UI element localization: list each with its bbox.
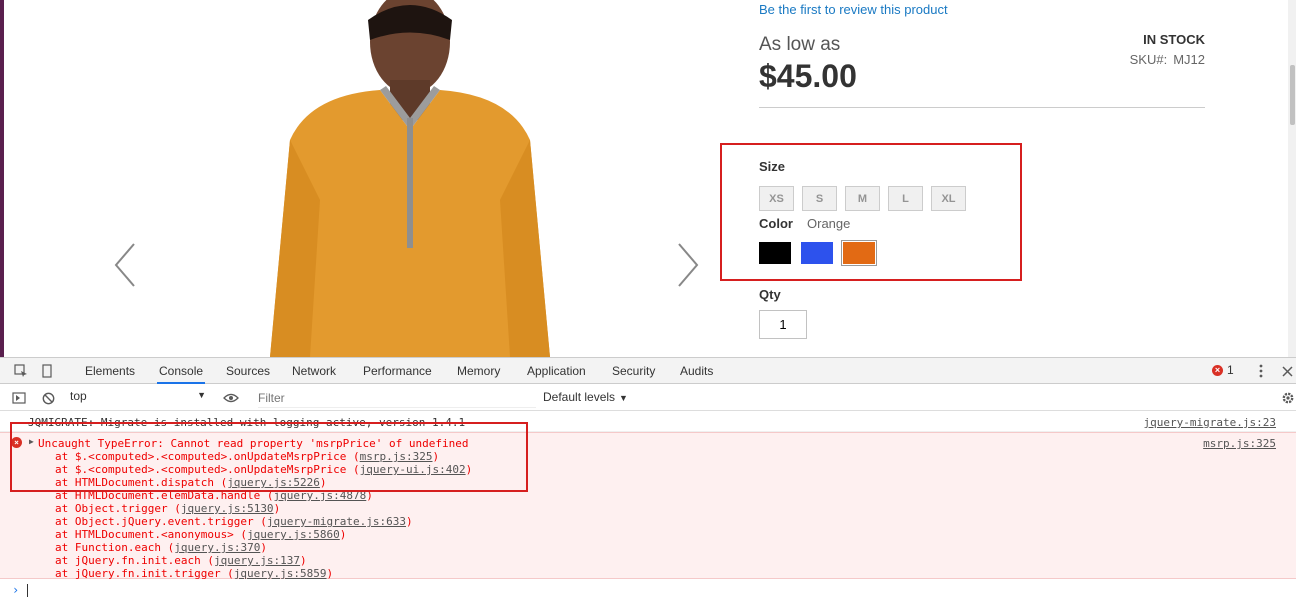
stack-frame-text: at HTMLDocument.<anonymous> ( [55,528,248,541]
console-filterbar: top ▼ Default levels▼ [0,385,1296,411]
swatch-orange[interactable] [841,240,877,266]
gallery-next-arrow-icon[interactable] [673,240,703,290]
tab-elements[interactable]: Elements [83,358,137,384]
stack-frame-source-link[interactable]: jquery-migrate.js:633 [267,515,406,528]
qty-label: Qty [759,287,781,302]
stack-frame-text: at jQuery.fn.init.trigger ( [55,567,234,580]
live-expression-eye-icon[interactable] [222,389,240,407]
stack-frame-source-link[interactable]: jquery.js:5859 [234,567,327,580]
error-source-link[interactable]: msrp.js:325 [1203,437,1276,450]
tab-network[interactable]: Network [290,358,338,384]
stack-trace-line: at Object.trigger (jquery.js:5130) [55,502,472,515]
divider [759,107,1205,108]
console-filter-input[interactable] [258,388,536,408]
stack-frame-suffix: ) [260,541,267,554]
size-option-s[interactable]: S [802,186,837,211]
page-scrollbar[interactable] [1288,0,1296,357]
context-value: top [70,389,87,403]
stack-trace-line: at jQuery.fn.init.each (jquery.js:137) [55,554,472,567]
as-low-as-label: As low as [759,34,841,55]
color-swatches [759,240,877,266]
console-prompt[interactable]: › [0,581,1296,601]
stack-frame-text: at Function.each ( [55,541,175,554]
stack-frame-source-link[interactable]: jquery.js:5130 [181,502,274,515]
stack-frame-source-link[interactable]: jquery.js:370 [174,541,260,554]
stack-frame-suffix: ) [300,554,307,567]
console-settings-gear-icon[interactable] [1279,389,1296,407]
page-scrollbar-thumb[interactable] [1290,65,1295,125]
product-image [270,0,550,357]
context-selector[interactable]: top ▼ [70,389,208,407]
size-option-m[interactable]: M [845,186,880,211]
stack-trace-line: at Object.jQuery.event.trigger (jquery-m… [55,515,472,528]
review-link[interactable]: Be the first to review this product [759,2,948,17]
size-option-xl[interactable]: XL [931,186,966,211]
prompt-chevron-icon: › [12,583,20,597]
error-count-icon: × [1212,364,1223,376]
product-page: Be the first to review this product As l… [0,0,1296,357]
devtools-tabbar: Elements Console Sources Network Perform… [0,358,1296,384]
stack-frame-source-link[interactable]: jquery.js:5860 [247,528,340,541]
color-label: Color [759,216,793,231]
size-option-xs[interactable]: XS [759,186,794,211]
stack-frame-suffix: ) [406,515,413,528]
selected-color-value: Orange [807,216,851,231]
size-option-l[interactable]: L [888,186,923,211]
prompt-cursor [27,584,28,597]
sku-label: SKU#: [1129,52,1168,67]
error-highlight-box [10,422,528,492]
stack-frame-suffix: ) [273,502,281,515]
log-levels-dropdown[interactable]: Default levels ▼ [543,390,628,404]
chevron-down-icon: ▼ [197,390,206,400]
close-devtools-icon[interactable] [1278,362,1296,380]
tab-performance[interactable]: Performance [361,358,434,384]
tab-audits[interactable]: Audits [678,358,715,384]
error-counter[interactable]: × 1 [1212,363,1234,377]
tab-security[interactable]: Security [610,358,657,384]
stock-status: IN STOCK [1143,32,1205,47]
swatch-black[interactable] [759,242,791,264]
tab-console[interactable]: Console [157,358,206,384]
chevron-down-icon: ▼ [619,393,628,403]
device-toolbar-icon[interactable] [38,362,56,380]
stack-frame-source-link[interactable]: jquery.js:137 [214,554,300,567]
log-source-link[interactable]: jquery-migrate.js:23 [1144,416,1276,429]
tab-memory[interactable]: Memory [455,358,502,384]
tab-sources[interactable]: Sources [224,358,272,384]
stack-trace-line: at Function.each (jquery.js:370) [55,541,472,554]
stack-frame-suffix: ) [326,567,334,580]
clear-console-icon[interactable] [39,389,57,407]
product-price: $45.00 [759,58,857,94]
swatch-blue[interactable] [801,242,833,264]
stack-trace-line: at HTMLDocument.<anonymous> (jquery.js:5… [55,528,472,541]
log-levels-value: Default levels [543,390,616,404]
size-label: Size [759,159,786,174]
stack-frame-text: at Object.jQuery.event.trigger ( [55,515,267,528]
qty-input[interactable] [759,310,807,339]
error-count-value: 1 [1227,363,1234,377]
gallery-prev-arrow-icon[interactable] [110,240,140,290]
more-options-icon[interactable] [1252,362,1270,380]
stack-frame-suffix: ) [339,528,347,541]
product-gallery [100,0,710,357]
sku: SKU#: MJ12 [1130,52,1205,67]
window-edge [0,0,4,357]
stack-frame-text: at jQuery.fn.init.each ( [55,554,214,567]
size-options: XS S M L XL [759,186,966,211]
stack-trace-line: at jQuery.fn.init.trigger (jquery.js:585… [55,567,472,580]
sku-value: MJ12 [1173,52,1205,67]
inspect-element-icon[interactable] [12,362,30,380]
stack-frame-text: at Object.trigger ( [55,502,181,515]
tab-application[interactable]: Application [525,358,588,384]
show-sidebar-icon[interactable] [10,389,28,407]
